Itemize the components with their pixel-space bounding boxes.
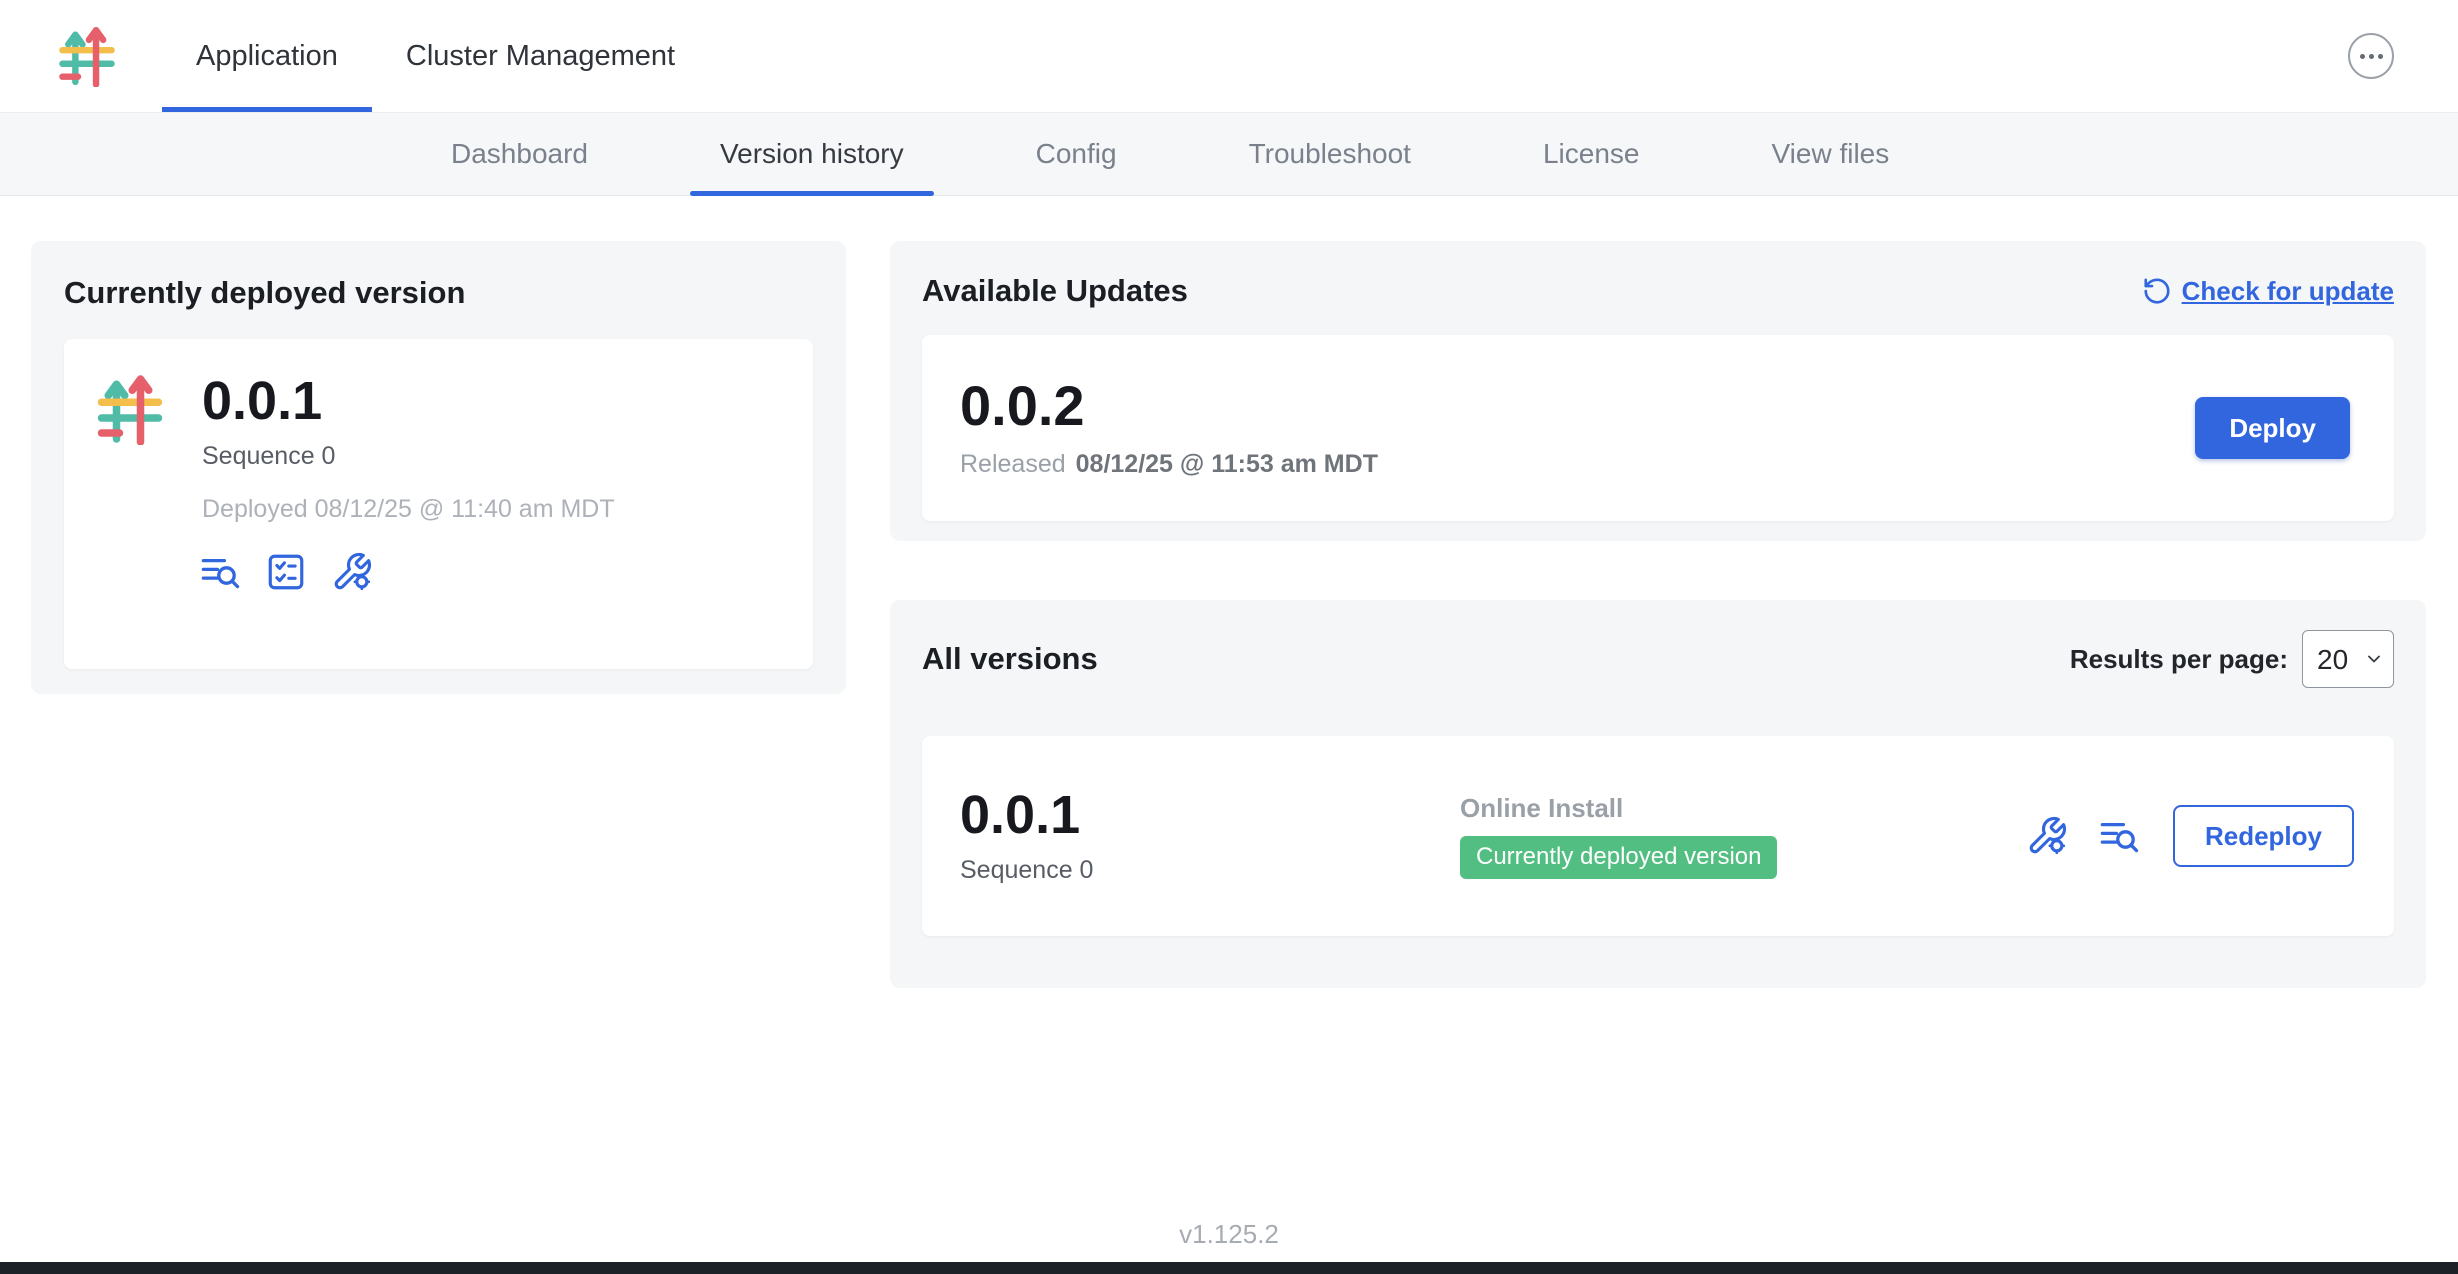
row-actions: Redeploy (2023, 805, 2354, 867)
redeploy-button[interactable]: Redeploy (2173, 805, 2354, 867)
row-logs-button[interactable] (2095, 812, 2143, 860)
subnav-tab-config-label: Config (1036, 138, 1117, 170)
subnav-tab-license[interactable]: License (1513, 113, 1670, 195)
logs-icon (199, 551, 241, 593)
update-version-number: 0.0.2 (960, 377, 1378, 436)
subnav-tab-config[interactable]: Config (1006, 113, 1147, 195)
subnav-tab-view-files-label: View files (1771, 138, 1889, 170)
subnav-tab-dashboard[interactable]: Dashboard (421, 113, 618, 195)
subnav-tab-license-label: License (1543, 138, 1640, 170)
row-sequence: Sequence 0 (960, 856, 1460, 885)
app-logo-icon (94, 373, 166, 445)
all-versions-title: All versions (922, 639, 1098, 679)
header-nav: Application Cluster Management (162, 0, 709, 112)
currently-deployed-card: Currently deployed version 0.0.1 Sequenc… (31, 241, 846, 694)
subnav-tab-version-history[interactable]: Version history (690, 113, 934, 195)
row-version-number: 0.0.1 (960, 787, 1460, 844)
available-updates-card: Available Updates Check for update 0.0.2… (890, 241, 2426, 541)
app-logo-icon (56, 25, 118, 87)
deploy-button[interactable]: Deploy (2195, 397, 2350, 459)
overflow-menu-button[interactable] (2348, 33, 2394, 79)
tab-application[interactable]: Application (162, 0, 372, 112)
released-label: Released (960, 450, 1066, 479)
version-row: 0.0.1 Sequence 0 Online Install Currentl… (922, 736, 2394, 936)
subnav-tab-troubleshoot-label: Troubleshoot (1249, 138, 1411, 170)
ellipsis-icon (2360, 54, 2383, 59)
results-per-page-label: Results per page: (2070, 644, 2288, 675)
deployed-card-title: Currently deployed version (64, 273, 813, 313)
results-per-page-select[interactable]: 20 (2302, 630, 2394, 688)
update-row: 0.0.2 Released 08/12/25 @ 11:53 am MDT D… (922, 335, 2394, 521)
subnav-tab-view-files[interactable]: View files (1741, 113, 1919, 195)
results-per-page-select-wrap: 20 (2302, 630, 2394, 688)
deployed-sequence: Sequence 0 (202, 442, 335, 471)
check-for-update-label: Check for update (2182, 276, 2394, 307)
results-per-page: Results per page: 20 (2070, 630, 2394, 688)
console-version-label: v1.125.2 (1179, 1219, 1279, 1249)
config-wrench-icon (2026, 815, 2068, 857)
check-for-update-link[interactable]: Check for update (2142, 276, 2394, 307)
install-type-label: Online Install (1460, 793, 1777, 824)
subnav-tab-version-history-label: Version history (720, 138, 904, 170)
deployed-version-header: 0.0.1 Sequence 0 (94, 373, 783, 471)
right-column: Available Updates Check for update 0.0.2… (890, 241, 2426, 988)
deployed-actions (196, 548, 783, 596)
update-released-line: Released 08/12/25 @ 11:53 am MDT (960, 450, 1378, 479)
checklist-icon (265, 551, 307, 593)
tab-cluster-management[interactable]: Cluster Management (372, 0, 709, 112)
footer: v1.125.2 (0, 1219, 2458, 1250)
update-meta: 0.0.2 Released 08/12/25 @ 11:53 am MDT (960, 377, 1378, 479)
tab-application-label: Application (196, 40, 338, 73)
row-install-info: Online Install Currently deployed versio… (1460, 793, 1777, 878)
top-header: Application Cluster Management (0, 0, 2458, 113)
edit-config-button[interactable] (328, 548, 376, 596)
logs-icon (2098, 815, 2140, 857)
bottom-bar (0, 1262, 2458, 1274)
deployed-version-number: 0.0.1 (202, 373, 335, 430)
refresh-icon (2142, 276, 2172, 306)
main-content: Currently deployed version 0.0.1 Sequenc… (0, 196, 2458, 988)
preflight-checks-button[interactable] (262, 548, 310, 596)
all-versions-header: All versions Results per page: 20 (922, 630, 2394, 688)
subnav-tab-dashboard-label: Dashboard (451, 138, 588, 170)
config-wrench-icon (331, 551, 373, 593)
row-config-button[interactable] (2023, 812, 2071, 860)
all-versions-card: All versions Results per page: 20 0.0.1 … (890, 600, 2426, 988)
deployed-timestamp: Deployed 08/12/25 @ 11:40 am MDT (202, 495, 783, 524)
row-version-meta: 0.0.1 Sequence 0 (960, 787, 1460, 885)
subnav-tab-troubleshoot[interactable]: Troubleshoot (1219, 113, 1441, 195)
deployed-version-meta: 0.0.1 Sequence 0 (202, 373, 335, 471)
tab-cluster-management-label: Cluster Management (406, 40, 675, 73)
deployed-version-panel: 0.0.1 Sequence 0 Deployed 08/12/25 @ 11:… (64, 339, 813, 669)
released-timestamp: 08/12/25 @ 11:53 am MDT (1076, 450, 1378, 479)
currently-deployed-badge: Currently deployed version (1460, 836, 1777, 878)
app-subnav: Dashboard Version history Config Trouble… (0, 113, 2458, 196)
view-logs-button[interactable] (196, 548, 244, 596)
available-updates-title: Available Updates (922, 271, 1188, 311)
available-updates-header: Available Updates Check for update (922, 271, 2394, 311)
